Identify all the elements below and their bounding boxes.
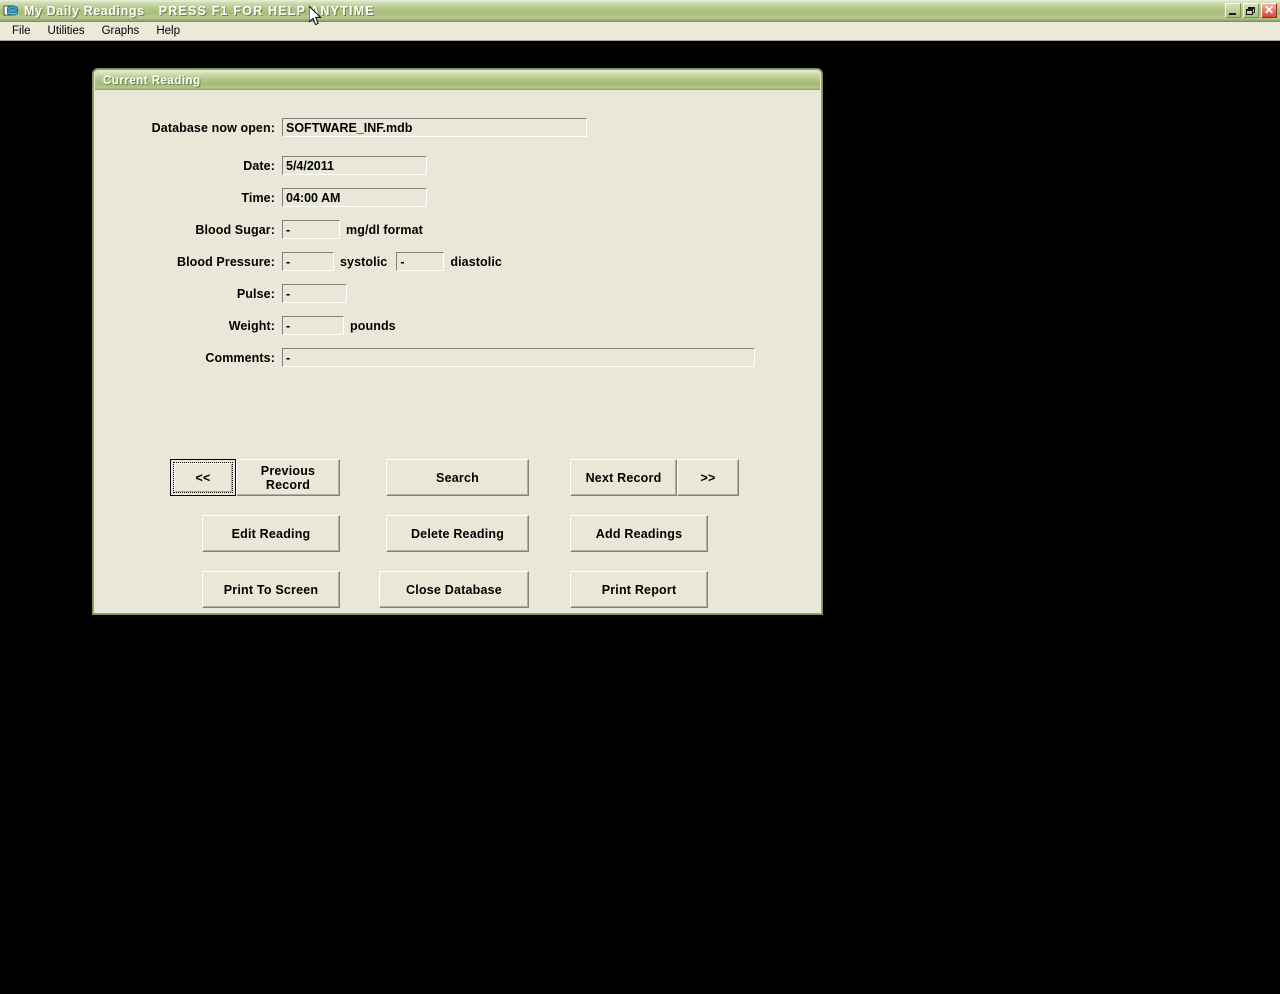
diastolic-unit: diastolic — [450, 254, 502, 269]
field-row-weight: Weight: - pounds — [95, 316, 396, 335]
field-row-comments: Comments: - — [95, 348, 755, 367]
menu-item-help[interactable]: Help — [148, 23, 189, 39]
blood-sugar-label: Blood Sugar: — [195, 222, 275, 237]
field-row-blood-sugar: Blood Sugar: - mg/dl format — [95, 220, 423, 239]
time-input[interactable]: 04:00 AM — [282, 188, 427, 207]
dialog-body: Database now open: SOFTWARE_INF.mdb Date… — [95, 90, 820, 613]
database-input[interactable]: SOFTWARE_INF.mdb — [282, 118, 587, 137]
add-readings-button[interactable]: Add Readings — [570, 515, 708, 552]
next-record-label: Next Record — [585, 470, 662, 485]
print-to-screen-label: Print To Screen — [223, 582, 319, 597]
field-row-blood-pressure: Blood Pressure: - systolic - diastolic — [95, 252, 502, 271]
minimize-icon — [1229, 13, 1236, 15]
close-database-button[interactable]: Close Database — [379, 571, 529, 608]
weight-unit: pounds — [350, 318, 396, 333]
systolic-unit: systolic — [340, 254, 388, 269]
menu-item-file[interactable]: File — [4, 23, 40, 39]
minimize-button[interactable] — [1225, 3, 1241, 18]
current-reading-dialog: Current Reading Database now open: SOFTW… — [93, 69, 822, 614]
window-controls: ✕ — [1225, 3, 1277, 18]
add-readings-label: Add Readings — [595, 526, 683, 541]
edit-reading-label: Edit Reading — [231, 526, 311, 541]
next-arrow-button[interactable]: >> — [677, 459, 739, 496]
edit-reading-button[interactable]: Edit Reading — [202, 515, 340, 552]
delete-reading-button[interactable]: Delete Reading — [386, 515, 529, 552]
app-icon — [3, 3, 19, 19]
previous-record-button[interactable]: Previous Record — [236, 459, 340, 496]
weight-input[interactable]: - — [282, 316, 344, 335]
restore-button[interactable] — [1243, 3, 1259, 18]
search-button[interactable]: Search — [386, 459, 529, 496]
dialog-titlebar: Current Reading — [95, 71, 820, 90]
date-label: Date: — [243, 158, 275, 173]
print-report-label: Print Report — [601, 582, 677, 597]
blood-sugar-unit: mg/dl format — [346, 222, 423, 237]
field-row-pulse: Pulse: - — [95, 284, 347, 303]
blood-sugar-input[interactable]: - — [282, 220, 340, 239]
comments-label: Comments: — [205, 350, 275, 365]
previous-arrow-button[interactable]: << — [170, 459, 236, 496]
application-window: My Daily Readings PRESS F1 FOR HELP ANYT… — [0, 0, 1280, 994]
restore-icon-front — [1246, 9, 1253, 15]
diastolic-input[interactable]: - — [396, 252, 445, 271]
field-row-database: Database now open: SOFTWARE_INF.mdb — [95, 118, 587, 137]
close-button[interactable]: ✕ — [1261, 3, 1277, 18]
previous-arrow-label: << — [173, 462, 233, 493]
previous-record-label-line1: Previous — [260, 463, 316, 478]
search-label: Search — [436, 470, 479, 485]
pulse-input[interactable]: - — [282, 284, 347, 303]
dialog-title: Current Reading — [103, 74, 201, 87]
next-record-button[interactable]: Next Record — [570, 459, 677, 496]
menubar: File Utilities Graphs Help — [0, 22, 1280, 41]
database-label: Database now open: — [151, 120, 275, 135]
pulse-label: Pulse: — [236, 286, 275, 301]
delete-reading-label: Delete Reading — [410, 526, 505, 541]
menu-item-graphs[interactable]: Graphs — [94, 23, 149, 39]
close-icon: ✕ — [1263, 3, 1275, 17]
previous-record-label-line2: Record — [265, 477, 311, 492]
date-input[interactable]: 5/4/2011 — [282, 156, 427, 175]
field-row-time: Time: 04:00 AM — [95, 188, 427, 207]
systolic-input[interactable]: - — [282, 252, 334, 271]
mdi-client-area: Current Reading Database now open: SOFTW… — [0, 41, 1280, 994]
field-row-date: Date: 5/4/2011 — [95, 156, 427, 175]
help-banner-text: PRESS F1 FOR HELP ANYTIME — [158, 3, 375, 18]
weight-label: Weight: — [228, 318, 275, 333]
comments-input[interactable]: - — [282, 348, 755, 367]
time-label: Time: — [241, 190, 275, 205]
close-database-label: Close Database — [406, 582, 502, 597]
print-report-button[interactable]: Print Report — [570, 571, 708, 608]
next-arrow-label: >> — [700, 470, 716, 485]
main-titlebar: My Daily Readings PRESS F1 FOR HELP ANYT… — [0, 0, 1280, 22]
window-title: My Daily Readings — [24, 3, 145, 18]
blood-pressure-label: Blood Pressure: — [176, 254, 275, 269]
print-to-screen-button[interactable]: Print To Screen — [202, 571, 340, 608]
menu-item-utilities[interactable]: Utilities — [40, 23, 94, 39]
